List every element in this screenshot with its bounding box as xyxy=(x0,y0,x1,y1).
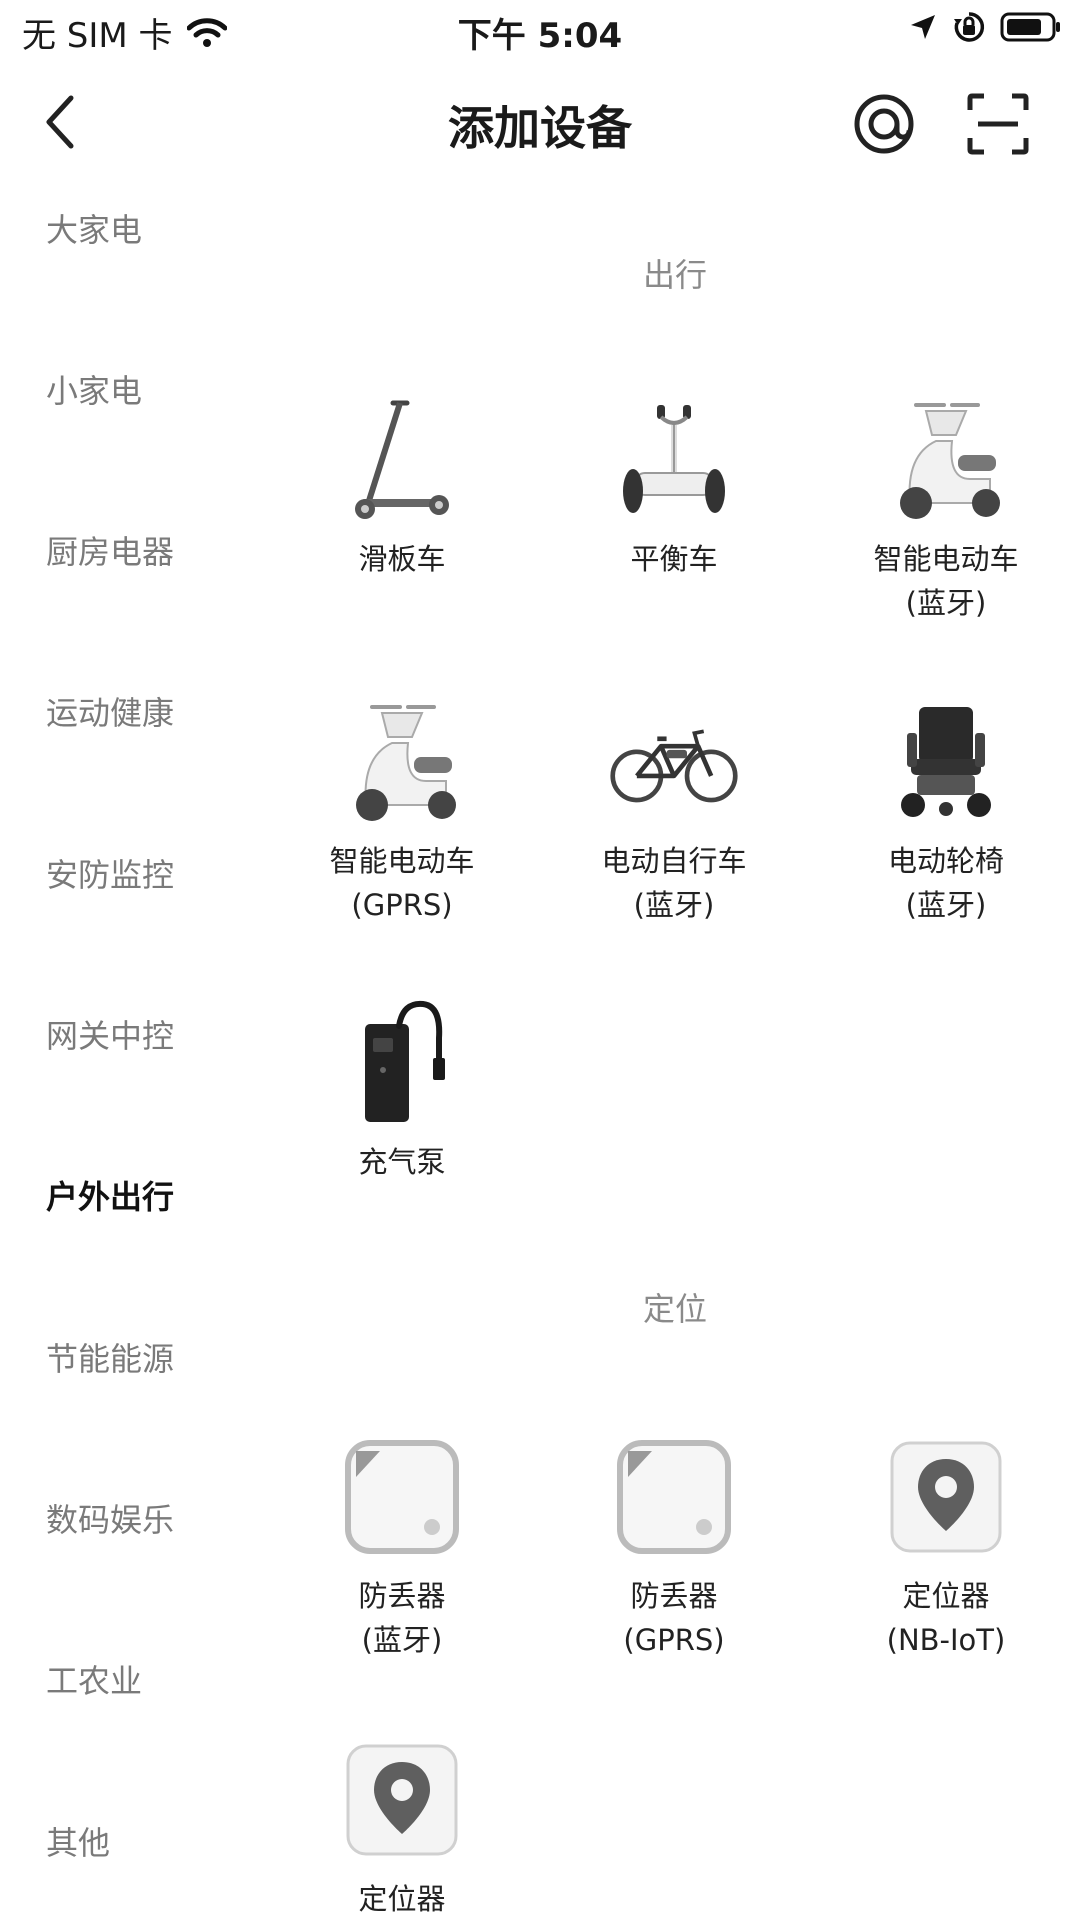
device-label: 滑板车 xyxy=(358,542,446,576)
device-label: 智能电动车 (GPRS) xyxy=(329,844,475,922)
device-locator[interactable]: 定位器 xyxy=(277,1735,527,1920)
category-item[interactable]: 小家电 xyxy=(46,366,142,412)
battery-icon xyxy=(1000,12,1060,42)
category-item[interactable]: 数码娱乐 xyxy=(46,1495,174,1541)
scan-icon xyxy=(967,93,1029,155)
section-title-locating: 定位 xyxy=(642,1290,707,1328)
device-label: 平衡车 xyxy=(630,542,718,576)
device-label: 定位器 xyxy=(358,1882,446,1916)
scan-button[interactable] xyxy=(966,92,1030,156)
device-label: 电动自行车 (蓝牙) xyxy=(601,844,747,922)
e-moped-icon xyxy=(337,697,467,827)
device-label: 智能电动车 (蓝牙) xyxy=(873,542,1019,620)
rotation-lock-icon xyxy=(954,12,985,42)
category-item[interactable]: 安防监控 xyxy=(46,850,174,896)
category-item[interactable]: 其他 xyxy=(46,1818,110,1864)
device-locator-nbiot[interactable]: 定位器 (NB-IoT) xyxy=(821,1432,1071,1662)
status-bar: 无 SIM 卡 下午 5:04 xyxy=(0,0,1080,62)
device-label: 定位器 (NB-IoT) xyxy=(886,1579,1006,1657)
device-anti-loss-gprs[interactable]: 防丢器 (GPRS) xyxy=(549,1432,799,1662)
device-e-moped-gprs[interactable]: 智能电动车 (GPRS) xyxy=(277,697,527,927)
e-bike-icon xyxy=(609,697,739,827)
anti-loss-tag-icon xyxy=(609,1432,739,1562)
device-e-moped-bluetooth[interactable]: 智能电动车 (蓝牙) xyxy=(821,395,1071,625)
locator-pin-icon xyxy=(881,1432,1011,1562)
device-label: 防丢器 (蓝牙) xyxy=(358,1579,446,1657)
nav-bar: 添加设备 xyxy=(0,62,1080,182)
device-label: 电动轮椅 (蓝牙) xyxy=(887,844,1004,922)
balance-scooter-icon xyxy=(609,395,739,525)
wheelchair-icon xyxy=(881,697,1011,827)
e-moped-icon xyxy=(881,395,1011,525)
category-item-active[interactable]: 户外出行 xyxy=(46,1172,174,1218)
device-balance-scooter[interactable]: 平衡车 xyxy=(549,395,799,581)
category-item[interactable]: 网关中控 xyxy=(46,1011,174,1057)
device-wheelchair[interactable]: 电动轮椅 (蓝牙) xyxy=(821,697,1071,927)
category-item[interactable]: 运动健康 xyxy=(46,688,174,734)
device-scooter[interactable]: 滑板车 xyxy=(277,395,527,581)
section-title-travel: 出行 xyxy=(642,256,707,294)
status-right xyxy=(908,10,1062,44)
locator-pin-icon xyxy=(337,1735,467,1865)
category-item[interactable]: 工农业 xyxy=(46,1656,142,1702)
at-button[interactable] xyxy=(852,92,916,156)
scooter-icon xyxy=(337,395,467,525)
location-arrow-icon xyxy=(911,15,935,39)
page-title: 添加设备 xyxy=(448,101,632,155)
device-label: 防丢器 (GPRS) xyxy=(623,1579,725,1657)
device-anti-loss-bluetooth[interactable]: 防丢器 (蓝牙) xyxy=(277,1432,527,1662)
air-pump-icon xyxy=(337,998,467,1128)
category-item[interactable]: 大家电 xyxy=(46,205,142,251)
at-sign-icon xyxy=(854,94,914,154)
device-e-bike[interactable]: 电动自行车 (蓝牙) xyxy=(549,697,799,927)
anti-loss-tag-icon xyxy=(337,1432,467,1562)
device-air-pump[interactable]: 充气泵 xyxy=(277,998,527,1184)
category-item[interactable]: 厨房电器 xyxy=(46,527,174,573)
device-label: 充气泵 xyxy=(358,1145,446,1179)
category-item[interactable]: 节能能源 xyxy=(46,1334,174,1380)
